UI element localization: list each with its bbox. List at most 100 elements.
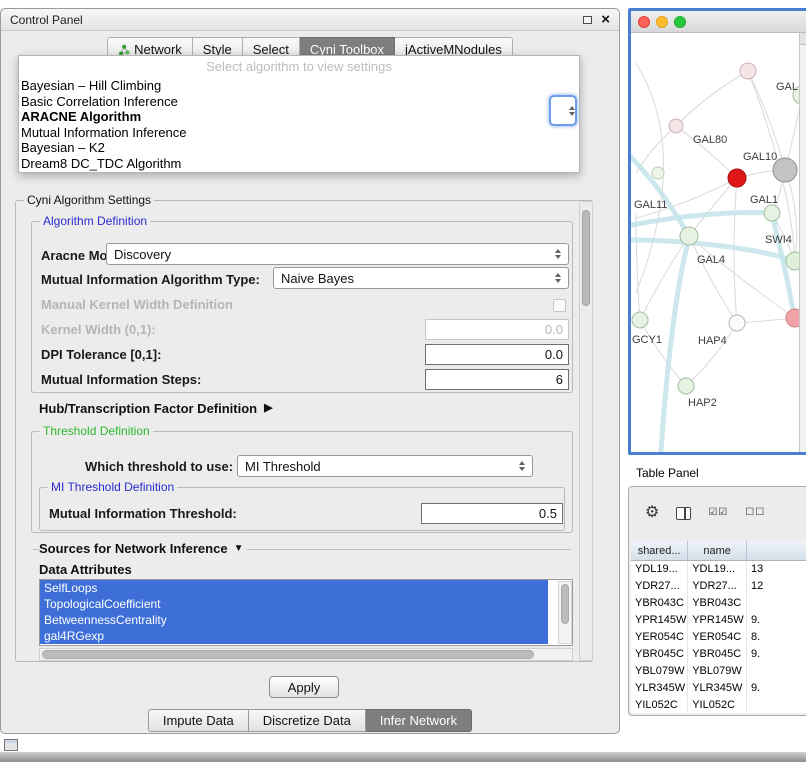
table-row[interactable]: YDR27...YDR27...12 (631, 578, 806, 595)
table-cell: YER054C (688, 629, 747, 646)
column-header-name[interactable]: name (688, 541, 747, 561)
table-cell: YBR043C (631, 595, 688, 612)
attribute-item-gal4rgexp[interactable]: gal4RGexp (40, 628, 548, 644)
table-row[interactable]: YBR043CYBR043C (631, 595, 806, 612)
network-node-gal1[interactable] (764, 205, 780, 221)
table-row[interactable]: YIL052CYIL052C (631, 697, 806, 713)
table-row[interactable]: YBL079WYBL079W (631, 663, 806, 680)
algorithm-option-aracne-algorithm[interactable]: ARACNE Algorithm (19, 109, 579, 125)
table-cell (747, 663, 806, 680)
table-row[interactable]: YBR045CYBR045C9. (631, 646, 806, 663)
table-row[interactable]: YDL19...YDL19...13 (631, 561, 806, 578)
close-traffic-light[interactable] (638, 16, 650, 28)
control-panel-titlebar[interactable]: Control Panel × (1, 9, 619, 31)
threshold-definition-title: Threshold Definition (40, 424, 153, 438)
select-all-checks-icon[interactable]: ☑☑ (708, 508, 728, 518)
table-cell (747, 595, 806, 612)
settings-vertical-scrollbar[interactable] (579, 201, 593, 661)
network-node-label: GAL11 (634, 199, 667, 211)
network-vertical-scrollbar[interactable] (799, 33, 806, 452)
scrollbar-thumb[interactable] (582, 210, 590, 306)
mi-algorithm-type-select[interactable]: Naive Bayes (273, 267, 569, 289)
column-header-shared[interactable]: shared... (631, 541, 688, 561)
table-cell: YBR045C (631, 646, 688, 663)
table-cell: 8. (747, 629, 806, 646)
network-node-gal4[interactable] (680, 227, 698, 245)
network-node-label: SWI4 (765, 234, 792, 246)
bottom-tab-discretize-data[interactable]: Discretize Data (249, 709, 366, 732)
data-attributes-list[interactable]: SelfLoopsTopologicalCoefficientBetweenne… (39, 579, 573, 646)
table-row[interactable]: YER054CYER054C8. (631, 629, 806, 646)
table-cell: YIL052C (688, 697, 747, 713)
bottom-tab-impute-data[interactable]: Impute Data (148, 709, 249, 732)
apply-button[interactable]: Apply (269, 676, 339, 698)
network-node[interactable] (740, 63, 756, 79)
algorithm-dropdown-popup: Select algorithm to view settings Bayesi… (18, 55, 580, 173)
algorithm-option-mutual-information-inference[interactable]: Mutual Information Inference (19, 125, 579, 141)
network-node[interactable] (786, 309, 799, 327)
which-threshold-value: MI Threshold (245, 459, 321, 474)
network-edge (661, 239, 689, 451)
algorithm-option-bayesian-hill-climbing[interactable]: Bayesian – Hill Climbing (19, 78, 579, 94)
combo-arrows-icon (555, 249, 561, 259)
table-cell: YDR27... (688, 578, 747, 595)
column-header-cut[interactable] (747, 541, 806, 561)
network-view-window[interactable]: GALGAL80GAL10GAL11GAL1SWI4GAL4GCY1HAP4HA… (628, 8, 806, 455)
network-node-gcy1[interactable] (632, 312, 648, 328)
dpi-tolerance-field[interactable] (425, 344, 569, 365)
mi-threshold-field[interactable] (421, 503, 563, 524)
algorithm-definition-title: Algorithm Definition (40, 214, 150, 228)
network-node-hap4[interactable] (729, 315, 745, 331)
table-cell: YER054C (631, 629, 688, 646)
kernel-width-field (425, 319, 569, 340)
table-row[interactable]: YPR145WYPR145W9. (631, 612, 806, 629)
scrollbar-thumb[interactable] (42, 650, 534, 659)
scrollbar-thumb[interactable] (561, 584, 569, 624)
network-node-gal11[interactable] (652, 167, 664, 179)
table-row[interactable]: YLR345WYLR345W9. (631, 680, 806, 697)
zoom-traffic-light[interactable] (674, 16, 686, 28)
restore-panel-icon[interactable] (4, 739, 18, 751)
deselect-all-checks-icon[interactable]: ☐☐ (745, 508, 765, 518)
attribute-item-betweennesscentrality[interactable]: BetweennessCentrality (40, 612, 548, 628)
hub-definition-toggle[interactable]: Hub/Transcription Factor Definition ▶ (39, 401, 273, 416)
network-node-gal80[interactable] (669, 119, 683, 133)
float-window-icon[interactable] (583, 16, 592, 24)
network-canvas[interactable]: GALGAL80GAL10GAL11GAL1SWI4GAL4GCY1HAP4HA… (631, 33, 806, 452)
combo-arrows-icon (519, 461, 525, 471)
network-edge (676, 71, 748, 126)
bottom-tab-bar: Impute DataDiscretize DataInfer Network (1, 709, 619, 732)
network-canvas-svg[interactable]: GALGAL80GAL10GAL11GAL1SWI4GAL4GCY1HAP4HA… (631, 33, 799, 452)
table-cell: YIL052C (631, 697, 688, 713)
network-node-hap2[interactable] (678, 378, 694, 394)
network-node-label: GAL10 (743, 151, 777, 163)
network-node-label: GAL (776, 81, 798, 93)
algorithm-option-dream8-dc-tdc-algorithm[interactable]: Dream8 DC_TDC Algorithm (19, 156, 579, 172)
network-node-swi4[interactable] (786, 252, 799, 270)
network-window-titlebar[interactable] (631, 11, 806, 33)
algorithm-option-basic-correlation-inference[interactable]: Basic Correlation Inference (19, 94, 579, 110)
attributes-vertical-scrollbar[interactable] (558, 581, 572, 644)
minimize-traffic-light[interactable] (656, 16, 668, 28)
network-node-label: GAL1 (750, 194, 778, 206)
attributes-horizontal-scrollbar[interactable] (39, 648, 573, 661)
sources-toggle[interactable]: Sources for Network Inference ▼ (39, 541, 247, 557)
algorithm-option-bayesian-k2[interactable]: Bayesian – K2 (19, 140, 579, 156)
which-threshold-select[interactable]: MI Threshold (237, 455, 533, 477)
gear-icon[interactable]: ⚙ (645, 505, 659, 521)
sources-label: Sources for Network Inference (39, 541, 228, 557)
combo-arrows-icon (555, 273, 561, 283)
table-cell: YBL079W (688, 663, 747, 680)
scroll-up-button[interactable] (800, 33, 806, 45)
network-node-gal10[interactable] (728, 169, 746, 187)
attribute-item-topologicalcoefficient[interactable]: TopologicalCoefficient (40, 596, 548, 612)
aracne-mode-select[interactable]: Discovery (106, 243, 569, 265)
mi-steps-field[interactable] (425, 369, 569, 390)
close-window-icon[interactable]: × (601, 12, 610, 27)
bottom-tab-infer-network[interactable]: Infer Network (366, 709, 472, 732)
columns-icon[interactable] (676, 507, 691, 520)
network-edge (640, 320, 686, 386)
attribute-item-selfloops[interactable]: SelfLoops (40, 580, 548, 596)
popup-prompt: Select algorithm to view settings (19, 56, 579, 78)
algorithm-combobox-focus-fragment[interactable] (549, 95, 577, 126)
